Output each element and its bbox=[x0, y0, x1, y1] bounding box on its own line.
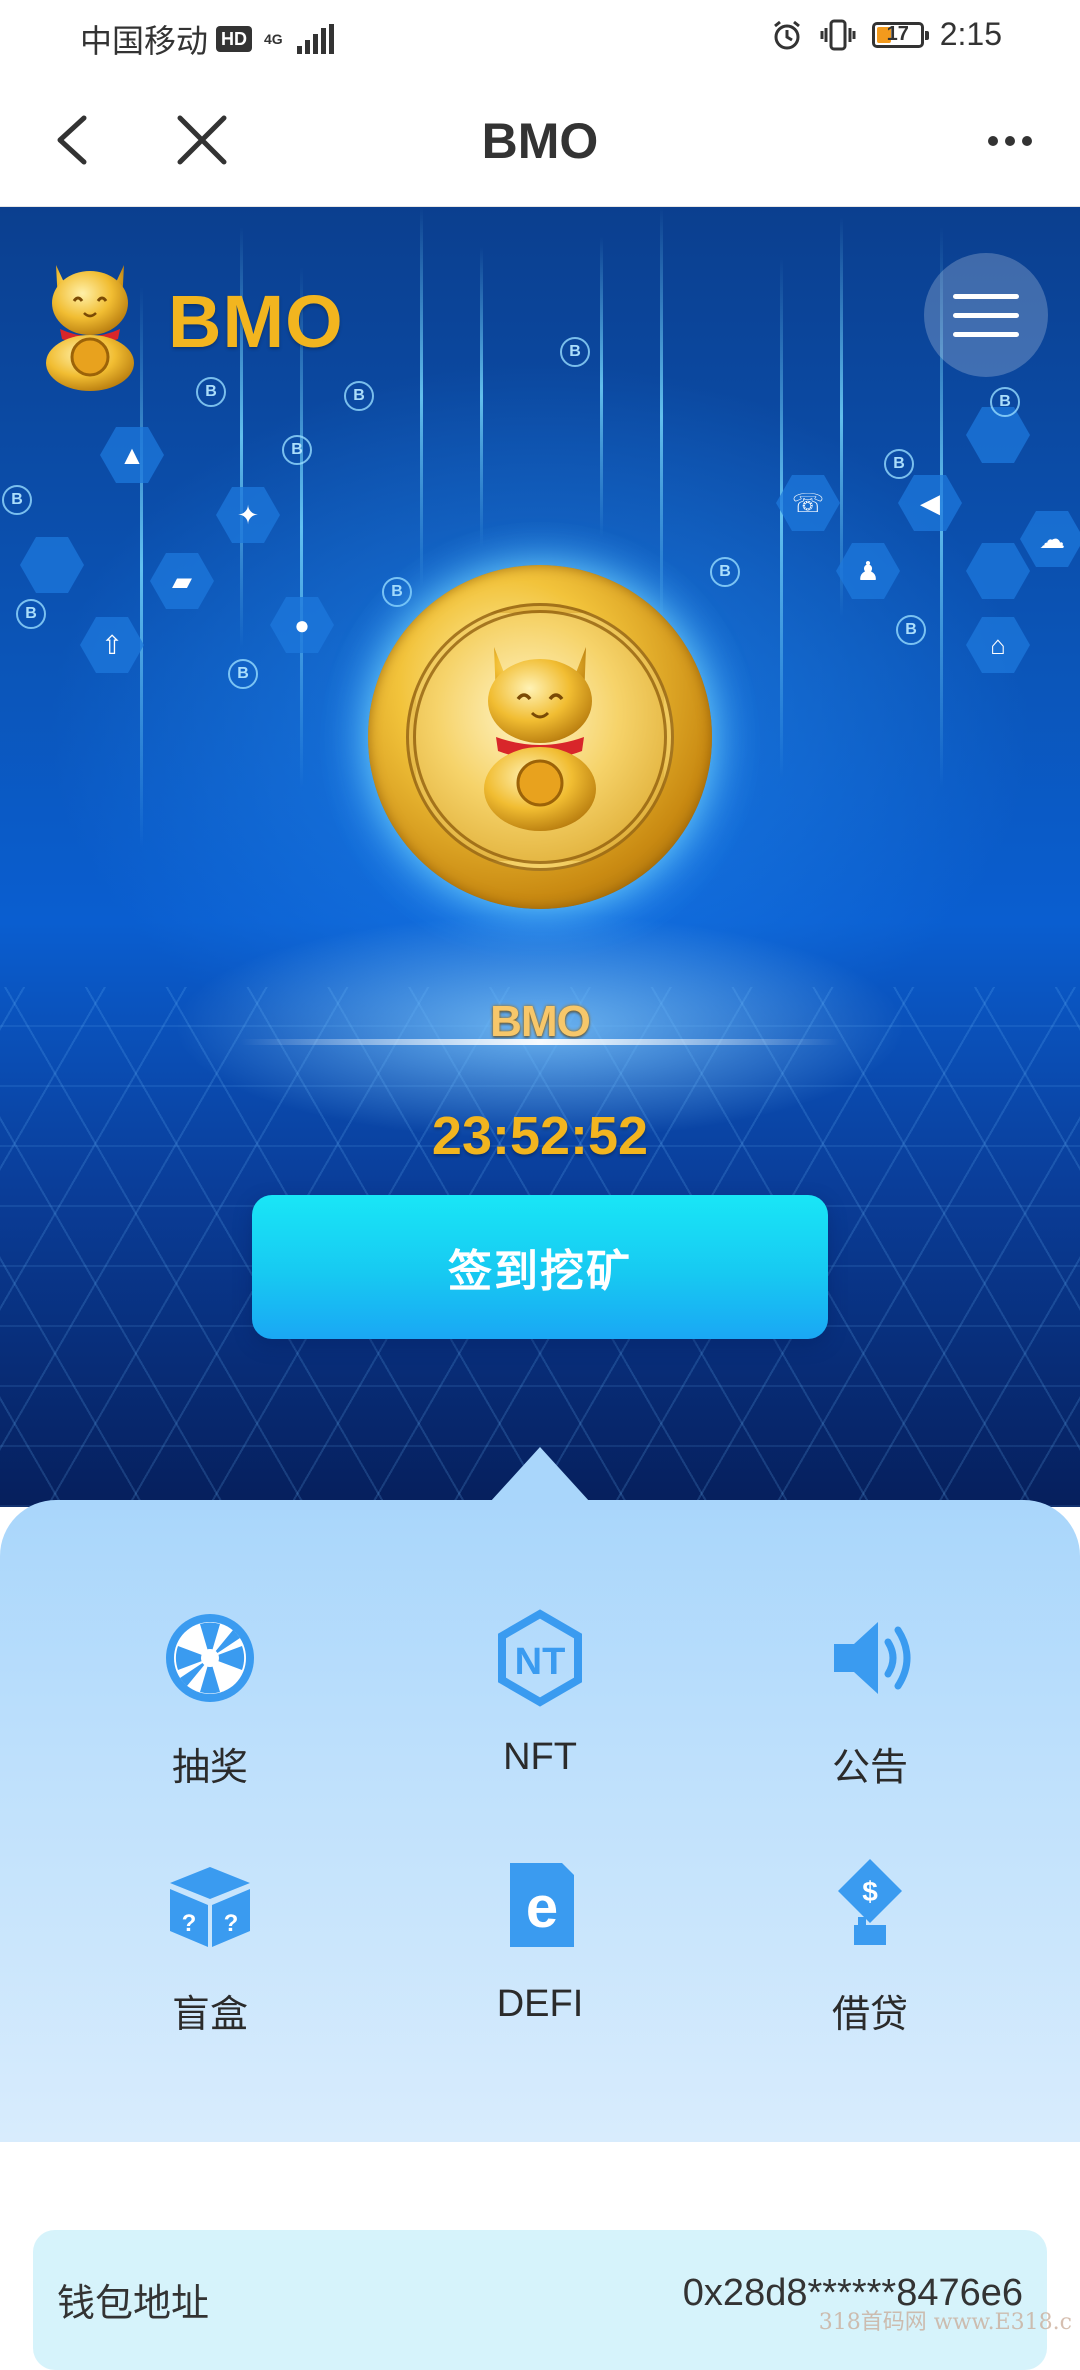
hamburger-menu-button[interactable] bbox=[924, 253, 1048, 377]
bulb-icon: ✦ bbox=[216, 487, 280, 543]
checkin-mining-button[interactable]: 签到挖矿 bbox=[252, 1195, 828, 1339]
svg-text:?: ? bbox=[182, 1910, 197, 1937]
battery-icon: 17 bbox=[871, 21, 929, 48]
watermark: 318首码网 www.E318.c bbox=[818, 2310, 1072, 2335]
coin-cat-icon bbox=[484, 647, 596, 831]
menu-label-loan: 借贷 bbox=[831, 1994, 908, 2036]
page-title: BMO bbox=[481, 113, 599, 169]
logo-text: BMO bbox=[168, 279, 344, 363]
menu-label-mystery-box: 盲盒 bbox=[171, 1994, 248, 2036]
phone-icon: ☏ bbox=[776, 475, 840, 531]
nav-bar: BMO bbox=[0, 72, 1080, 208]
menu-item-mystery-box[interactable]: ? ? 盲盒 bbox=[60, 1855, 360, 2038]
svg-text:$: $ bbox=[862, 1876, 878, 1907]
carrier-name: 中国移动 bbox=[80, 23, 209, 59]
status-bar: 中国移动 HD 4G 17 2:15 bbox=[0, 0, 1080, 72]
menu-label-defi: DEFI bbox=[496, 1983, 584, 2025]
nft-icon: NT bbox=[498, 1609, 582, 1707]
bmo-coin-image bbox=[368, 565, 712, 909]
folder-icon: ▰ bbox=[150, 553, 214, 609]
feature-menu-panel: 抽奖 NT NFT 公告 ? ? 盲盒 e DEFI $ 借贷 bbox=[0, 1500, 1080, 2142]
vibrate-icon bbox=[820, 19, 856, 50]
lucky-cat-icon bbox=[46, 265, 134, 391]
hd-badge: HD bbox=[216, 26, 253, 52]
home-icon: ⌂ bbox=[966, 617, 1030, 673]
svg-text:?: ? bbox=[224, 1910, 239, 1937]
wallet-label: 钱包地址 bbox=[57, 2283, 210, 2325]
alarm-icon bbox=[773, 20, 800, 49]
svg-text:e: e bbox=[526, 1875, 558, 1940]
menu-item-nft[interactable]: NT NFT bbox=[390, 1608, 690, 1779]
wheel-icon bbox=[166, 1614, 254, 1702]
cloud-icon: ☁ bbox=[1020, 511, 1080, 567]
network-type: 4G bbox=[264, 31, 283, 47]
triangle-icon: ▲ bbox=[100, 427, 164, 483]
menu-item-loan[interactable]: $ 借贷 bbox=[720, 1855, 1020, 2038]
speaker-icon bbox=[834, 1622, 911, 1694]
countdown-timer: 23:52:52 bbox=[431, 1106, 649, 1166]
signal-icon bbox=[296, 24, 334, 54]
status-left: 中国移动 HD 4G bbox=[80, 16, 334, 62]
app-logo: BMO bbox=[38, 251, 344, 391]
svg-text:NT: NT bbox=[515, 1641, 566, 1683]
status-right: 17 2:15 bbox=[770, 16, 1002, 53]
mystery-box-icon: ? ? bbox=[170, 1867, 250, 1947]
menu-item-defi[interactable]: e DEFI bbox=[390, 1855, 690, 2026]
loan-icon: $ bbox=[838, 1859, 902, 1945]
menu-label-lottery: 抽奖 bbox=[171, 1747, 248, 1789]
menu-label-nft: NFT bbox=[503, 1736, 577, 1778]
battery-level: 17 bbox=[886, 22, 909, 45]
clock: 2:15 bbox=[939, 16, 1002, 52]
menu-item-lottery[interactable]: 抽奖 bbox=[60, 1608, 360, 1791]
wallet-address-row[interactable]: 钱包地址 0x28d8******8476e6 bbox=[33, 2230, 1047, 2370]
defi-icon: e bbox=[510, 1863, 574, 1947]
person-icon: ♟ bbox=[836, 543, 900, 599]
more-icon[interactable] bbox=[980, 116, 1040, 166]
location-icon: ● bbox=[270, 597, 334, 653]
menu-item-announcement[interactable]: 公告 bbox=[720, 1608, 1020, 1791]
menu-label-announcement: 公告 bbox=[831, 1747, 908, 1789]
upload-icon: ⇧ bbox=[80, 617, 144, 673]
play-icon: ◀ bbox=[898, 475, 962, 531]
